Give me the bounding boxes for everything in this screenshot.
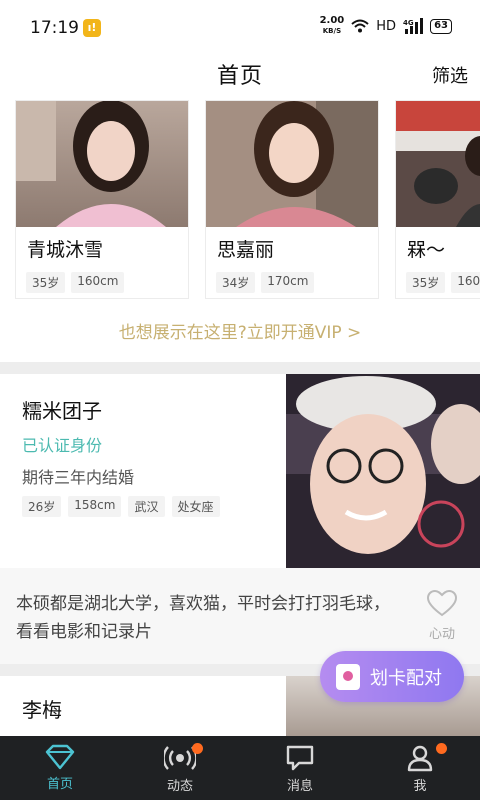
- tab-label: 首页: [46, 777, 73, 792]
- zodiac-tag: 处女座: [171, 496, 220, 517]
- tab-moments[interactable]: 动态: [120, 736, 240, 800]
- status-bar: 17:19 ı! 2.00 KB/S HD 4G 63: [0, 0, 480, 50]
- age-tag: 26岁: [22, 496, 62, 517]
- card-icon: [336, 663, 360, 690]
- notification-badge: [192, 743, 203, 754]
- vip-card-name: 槑～: [407, 239, 446, 261]
- heart-icon: [426, 589, 458, 617]
- filter-button[interactable]: 筛选: [432, 62, 468, 88]
- tab-label: 动态: [166, 779, 193, 794]
- height-tag: 170cm: [261, 272, 315, 293]
- vip-card[interactable]: 槑～ 35岁 160cm: [395, 100, 480, 299]
- swipe-match-button[interactable]: 划卡配对: [320, 651, 464, 702]
- battery-indicator: 63: [430, 18, 452, 34]
- bottom-tab-bar: 首页 动态 消息 我: [0, 736, 480, 800]
- vip-recommend-strip[interactable]: 青城沐雪 35岁 160cm 思嘉丽 34岁 170cm 槑～ 35岁 160: [0, 100, 480, 300]
- city-tag: 武汉: [128, 496, 165, 517]
- like-button[interactable]: 心动: [424, 589, 460, 642]
- svg-text:4G: 4G: [403, 19, 414, 27]
- tab-me[interactable]: 我: [360, 736, 480, 800]
- network-speed: 2.00 KB/S: [319, 15, 345, 36]
- profile-name: 糯米团子: [22, 399, 102, 423]
- wifi-icon: [351, 19, 369, 33]
- marriage-intent: 期待三年内结婚: [22, 468, 135, 487]
- vip-card-name: 思嘉丽: [217, 239, 275, 261]
- swipe-match-label: 划卡配对: [370, 667, 442, 689]
- chat-icon: [286, 745, 314, 771]
- profile-photo[interactable]: [286, 374, 480, 568]
- tab-home[interactable]: 首页: [0, 736, 120, 800]
- vip-card-photo: [16, 101, 188, 227]
- vip-card-photo: [206, 101, 378, 227]
- verified-label: 已认证身份: [22, 436, 103, 455]
- height-tag: 160cm: [451, 272, 480, 293]
- page-title: 首页: [216, 64, 263, 89]
- vip-card[interactable]: 思嘉丽 34岁 170cm: [205, 100, 379, 299]
- age-tag: 35岁: [406, 272, 446, 293]
- vip-card-tags: 35岁 160cm: [26, 272, 125, 293]
- signal-icon: 4G: [403, 18, 424, 34]
- diamond-icon: [45, 744, 75, 770]
- status-time: 17:19: [30, 18, 79, 38]
- notification-badge: [436, 743, 447, 754]
- vip-card-name: 青城沐雪: [27, 239, 104, 261]
- vip-card[interactable]: 青城沐雪 35岁 160cm: [15, 100, 189, 299]
- vip-card-tags: 34岁 170cm: [216, 272, 315, 293]
- profile-tags: 26岁 158cm 武汉 处女座: [22, 496, 220, 517]
- section-divider: [0, 362, 480, 374]
- vip-card-photo: [396, 101, 480, 227]
- tab-messages[interactable]: 消息: [240, 736, 360, 800]
- vip-promo-link[interactable]: 也想展示在这里?立即开通VIP >: [0, 318, 480, 343]
- age-tag: 34岁: [216, 272, 256, 293]
- like-label: 心动: [428, 627, 455, 642]
- tab-label: 我: [413, 779, 427, 794]
- tab-label: 消息: [286, 779, 313, 794]
- vip-card-tags: 35岁 160cm: [406, 272, 480, 293]
- notification-app-icon: ı!: [83, 19, 101, 37]
- top-header: 首页 筛选: [0, 50, 480, 96]
- height-tag: 158cm: [68, 496, 122, 517]
- profile-name: 李梅: [22, 698, 62, 722]
- hd-indicator: HD: [376, 18, 397, 34]
- profile-bio: 本硕都是湖北大学，喜欢猫，平时会打打羽毛球，看看电影和记录片: [16, 594, 390, 642]
- profile-bio-row[interactable]: 本硕都是湖北大学，喜欢猫，平时会打打羽毛球，看看电影和记录片 心动: [0, 568, 480, 664]
- height-tag: 160cm: [71, 272, 125, 293]
- status-indicators: 2.00 KB/S HD 4G 63: [320, 16, 452, 36]
- user-icon: [407, 745, 433, 772]
- age-tag: 35岁: [26, 272, 66, 293]
- profile-card[interactable]: 糯米团子 已认证身份 期待三年内结婚 26岁 158cm 武汉 处女座: [0, 374, 480, 568]
